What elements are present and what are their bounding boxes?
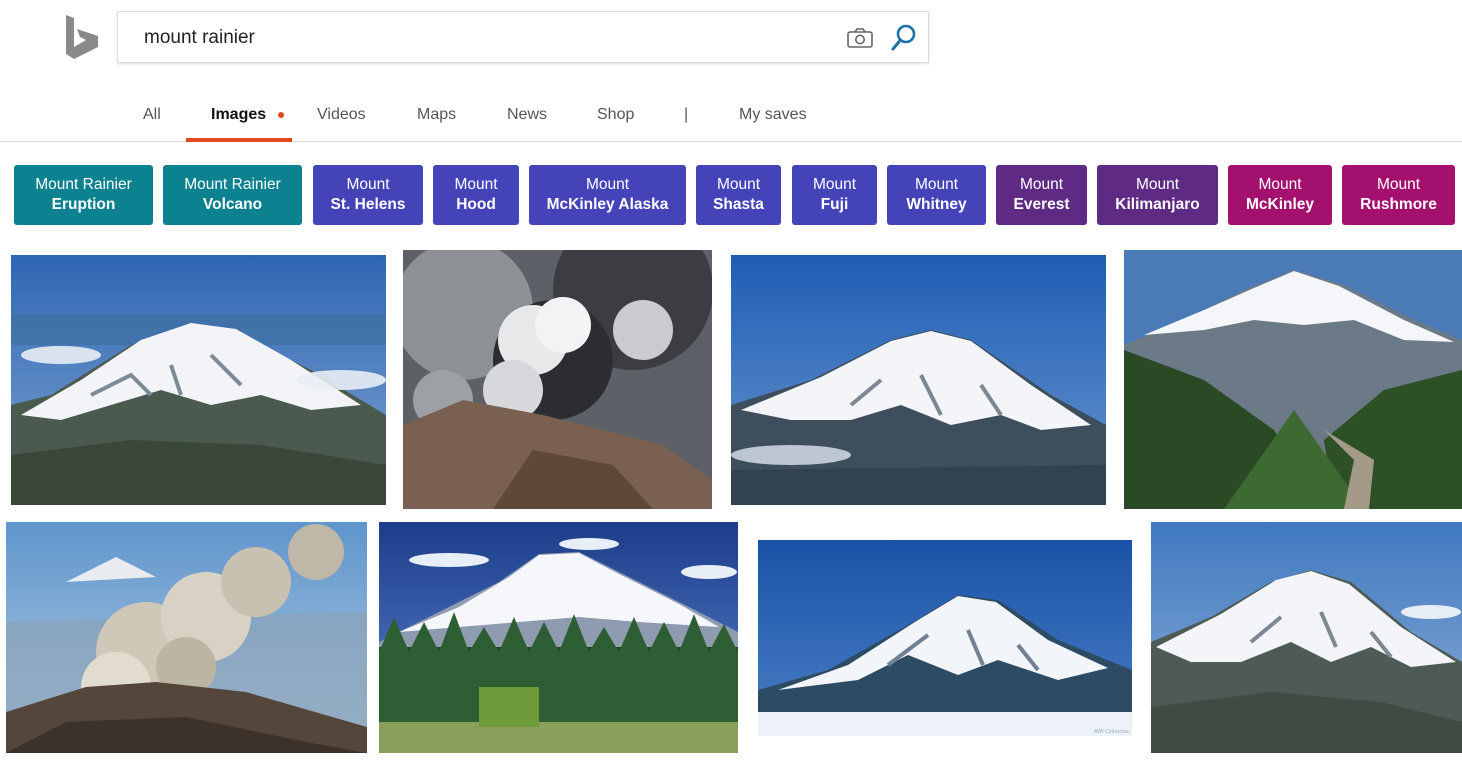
tab-my-saves[interactable]: My saves [739,106,807,124]
mountain-image [11,255,386,505]
chip-mount-hood[interactable]: Mount Hood [433,165,519,225]
chip-label-line1: Mount [346,176,390,193]
tab-images[interactable]: Images [211,106,266,124]
chip-label-line2: Kilimanjaro [1115,196,1200,213]
chip-label-line1: Mount [812,176,857,193]
chip-mount-everest[interactable]: Mount Everest [996,165,1087,225]
images-indicator-dot [278,112,284,118]
chip-mount-mckinley-alaska[interactable]: Mount McKinley Alaska [529,165,686,225]
chip-label-line2: Whitney [906,196,967,213]
chip-label-line2: Eruption [51,196,116,213]
chip-label-line1: Mount Rainier [184,176,281,193]
chip-label-line2: St. Helens [330,196,406,213]
image-result-6[interactable] [379,522,738,753]
chip-label-line1: Mount [716,176,761,193]
chip-label-line2: Fuji [820,196,849,213]
chip-mount-mckinley[interactable]: Mount McKinley [1228,165,1332,225]
chip-mount-rainier-volcano[interactable]: Mount Rainier Volcano [163,165,302,225]
chip-label-line1: Mount [914,176,959,193]
chip-label-line2: Hood [456,196,496,213]
chip-label-line1: Mount [1376,176,1421,193]
chip-mount-fuji[interactable]: Mount Fuji [792,165,877,225]
tab-news[interactable]: News [507,106,547,124]
active-tab-underline [186,138,292,142]
tab-maps[interactable]: Maps [417,106,456,124]
tab-videos[interactable]: Videos [317,106,366,124]
chip-mount-rushmore[interactable]: Mount Rushmore [1342,165,1455,225]
chip-mount-st-helens[interactable]: Mount St. Helens [313,165,423,225]
image-result-5[interactable] [6,522,367,753]
chip-label-line1: Mount [1019,176,1064,193]
image-result-4[interactable] [1124,250,1462,509]
ash-plume-image [403,250,712,509]
mountain-valley-image [1124,250,1462,509]
chip-label-line1: Mount [1135,176,1180,193]
chip-label-line2: Shasta [713,196,764,213]
tab-all[interactable]: All [143,106,161,124]
bing-logo-icon [66,15,98,59]
chip-label-line2: Rushmore [1360,196,1437,213]
camera-icon [847,28,873,48]
mountain-image [731,255,1106,505]
search-icon [891,24,916,51]
search-box [117,11,929,63]
image-result-1[interactable] [11,255,386,505]
mountain-clouds-image: AWI Collection [758,540,1132,736]
chip-mount-shasta[interactable]: Mount Shasta [696,165,781,225]
chip-label-line1: Mount [454,176,498,193]
chip-label-line1: Mount Rainier [35,176,132,193]
chip-label-line2: Volcano [202,196,263,213]
mountain-image [1151,522,1462,753]
tab-shop[interactable]: Shop [597,106,634,124]
chip-mount-whitney[interactable]: Mount Whitney [887,165,986,225]
image-result-7[interactable]: AWI Collection [758,540,1132,736]
search-input[interactable] [144,24,824,52]
search-button[interactable] [890,23,918,53]
chip-label-line1: Mount [585,176,630,193]
chip-label-line2: McKinley [1245,196,1315,213]
mountain-forest-image [379,522,738,753]
image-result-3[interactable] [731,255,1106,505]
bing-logo[interactable] [64,14,100,60]
image-result-2[interactable] [403,250,712,509]
image-result-8[interactable] [1151,522,1462,753]
nav-bar: All Images Videos Maps News Shop | My sa… [0,92,1462,142]
chip-label-line1: Mount [1258,176,1302,193]
chip-label-line2: Everest [1013,196,1070,213]
chip-label-line2: McKinley Alaska [546,196,669,213]
nav-separator: | [684,106,689,123]
visual-search-button[interactable] [846,26,874,50]
eruption-image [6,522,367,753]
chip-mount-kilimanjaro[interactable]: Mount Kilimanjaro [1097,165,1218,225]
image-watermark: AWI Collection [1094,729,1130,735]
chip-mount-rainier-eruption[interactable]: Mount Rainier Eruption [14,165,153,225]
